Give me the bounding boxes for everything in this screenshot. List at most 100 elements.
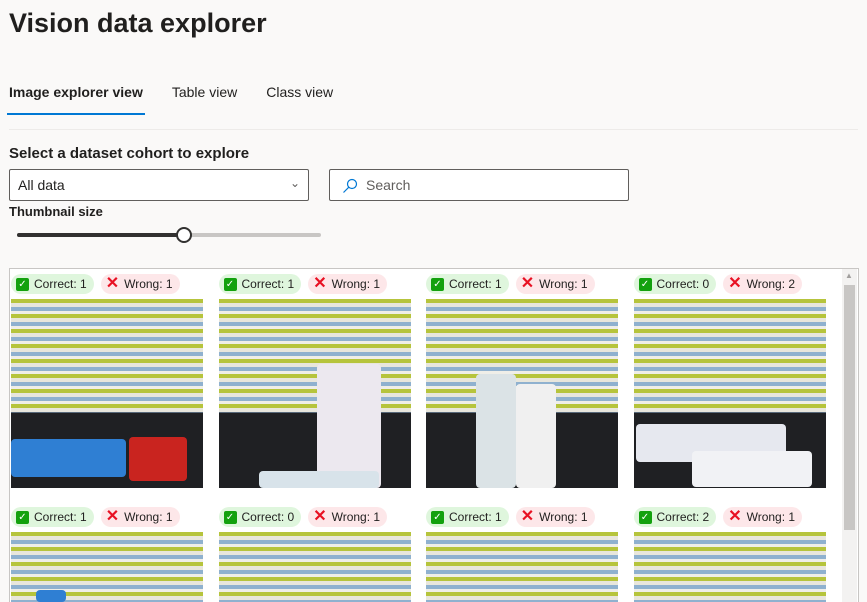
wrong-badge: ✕ Wrong: 1 — [515, 507, 595, 527]
wrong-count: Wrong: 1 — [124, 510, 173, 524]
object-shape — [516, 384, 556, 488]
slider-fill — [17, 233, 185, 237]
slider-thumb[interactable] — [176, 227, 193, 243]
x-icon: ✕ — [105, 275, 120, 292]
wrong-count: Wrong: 1 — [331, 510, 381, 524]
tab-image-explorer[interactable]: Image explorer view — [7, 84, 145, 115]
image-thumbnail[interactable] — [11, 299, 203, 488]
wrong-badge: ✕ Wrong: 1 — [100, 274, 180, 294]
search-icon — [343, 178, 358, 193]
image-card[interactable]: ✓ Correct: 0 ✕ Wrong: 1 — [218, 506, 411, 602]
image-card[interactable]: ✓ Correct: 0 ✕ Wrong: 2 — [633, 273, 826, 488]
badge-row: ✓ Correct: 2 ✕ Wrong: 1 — [633, 506, 826, 528]
correct-badge: ✓ Correct: 0 — [218, 507, 302, 527]
object-shape — [36, 590, 66, 602]
object-shape — [129, 437, 187, 481]
search-placeholder: Search — [366, 177, 411, 193]
wrong-count: Wrong: 1 — [746, 510, 796, 524]
correct-badge: ✓ Correct: 1 — [11, 507, 94, 527]
object-shape — [11, 439, 126, 477]
image-thumbnail[interactable] — [633, 299, 826, 488]
correct-count: Correct: 1 — [34, 510, 87, 524]
chevron-down-icon: ⌄ — [289, 176, 300, 190]
image-thumbnail[interactable] — [11, 532, 203, 602]
wrong-count: Wrong: 1 — [331, 277, 381, 291]
view-tabs: Image explorer view Table view Class vie… — [7, 84, 362, 115]
scrollbar[interactable]: ▲ — [842, 269, 857, 602]
object-shape — [258, 471, 379, 488]
x-icon: ✕ — [728, 508, 742, 525]
image-thumbnail[interactable] — [426, 299, 618, 488]
checkmark-icon: ✓ — [638, 277, 652, 291]
correct-count: Correct: 1 — [449, 510, 502, 524]
cohort-dropdown[interactable]: All data ⌄ — [9, 169, 309, 201]
wrong-count: Wrong: 1 — [539, 510, 588, 524]
x-icon: ✕ — [728, 275, 742, 292]
badge-row: ✓ Correct: 1 ✕ Wrong: 1 — [11, 506, 203, 528]
cohort-label: Select a dataset cohort to explore — [9, 145, 250, 162]
image-thumbnail[interactable] — [633, 532, 826, 602]
correct-count: Correct: 2 — [656, 510, 710, 524]
checkmark-icon: ✓ — [16, 277, 29, 291]
wrong-badge: ✕ Wrong: 1 — [308, 507, 388, 527]
wrong-badge: ✕ Wrong: 1 — [100, 507, 180, 527]
page-title: Vision data explorer — [9, 8, 267, 38]
checkmark-icon: ✓ — [431, 277, 444, 291]
image-thumbnail[interactable] — [426, 532, 618, 602]
image-card[interactable]: ✓ Correct: 2 ✕ Wrong: 1 — [633, 506, 826, 602]
divider — [9, 129, 858, 130]
wrong-count: Wrong: 2 — [746, 277, 796, 291]
scroll-up-icon[interactable]: ▲ — [845, 271, 853, 280]
correct-count: Correct: 0 — [241, 510, 295, 524]
scrollbar-thumb[interactable] — [844, 285, 855, 530]
checkmark-icon: ✓ — [638, 510, 652, 524]
search-input[interactable]: Search — [329, 169, 629, 201]
wrong-badge: ✕ Wrong: 2 — [723, 274, 803, 294]
image-thumbnail[interactable] — [218, 299, 411, 488]
x-icon: ✕ — [313, 275, 327, 292]
object-shape — [691, 451, 812, 487]
correct-badge: ✓ Correct: 1 — [11, 274, 94, 294]
wrong-count: Wrong: 1 — [539, 277, 588, 291]
x-icon: ✕ — [105, 508, 120, 525]
correct-badge: ✓ Correct: 1 — [218, 274, 302, 294]
correct-badge: ✓ Correct: 1 — [426, 507, 509, 527]
thumbnail-size-label: Thumbnail size — [9, 204, 103, 219]
wrong-badge: ✕ Wrong: 1 — [723, 507, 803, 527]
tab-table-view[interactable]: Table view — [172, 84, 237, 115]
checkmark-icon: ✓ — [223, 277, 237, 291]
wrong-badge: ✕ Wrong: 1 — [515, 274, 595, 294]
image-gallery: ▲ ✓ Correct: 1 ✕ Wrong: 1 ✓ Correct: 1 ✕ Wro… — [9, 268, 859, 602]
correct-count: Correct: 1 — [241, 277, 295, 291]
badge-row: ✓ Correct: 0 ✕ Wrong: 1 — [218, 506, 411, 528]
tab-class-view[interactable]: Class view — [266, 84, 333, 115]
image-card[interactable]: ✓ Correct: 1 ✕ Wrong: 1 — [218, 273, 411, 488]
wrong-badge: ✕ Wrong: 1 — [308, 274, 388, 294]
wrong-count: Wrong: 1 — [124, 277, 173, 291]
image-card[interactable]: ✓ Correct: 1 ✕ Wrong: 1 — [11, 273, 203, 488]
image-card[interactable]: ✓ Correct: 1 ✕ Wrong: 1 — [426, 506, 618, 602]
correct-count: Correct: 1 — [449, 277, 502, 291]
badge-row: ✓ Correct: 1 ✕ Wrong: 1 — [218, 273, 411, 295]
correct-badge: ✓ Correct: 2 — [633, 507, 717, 527]
x-icon: ✕ — [313, 508, 327, 525]
cohort-value: All data — [18, 177, 65, 193]
correct-badge: ✓ Correct: 0 — [633, 274, 717, 294]
image-card[interactable]: ✓ Correct: 1 ✕ Wrong: 1 — [11, 506, 203, 602]
object-shape — [476, 374, 516, 488]
correct-badge: ✓ Correct: 1 — [426, 274, 509, 294]
checkmark-icon: ✓ — [431, 510, 444, 524]
checkmark-icon: ✓ — [223, 510, 237, 524]
badge-row: ✓ Correct: 0 ✕ Wrong: 2 — [633, 273, 826, 295]
image-card[interactable]: ✓ Correct: 1 ✕ Wrong: 1 — [426, 273, 618, 488]
badge-row: ✓ Correct: 1 ✕ Wrong: 1 — [426, 506, 618, 528]
badge-row: ✓ Correct: 1 ✕ Wrong: 1 — [11, 273, 203, 295]
x-icon: ✕ — [520, 275, 535, 292]
object-shape — [316, 364, 381, 488]
image-thumbnail[interactable] — [218, 532, 411, 602]
correct-count: Correct: 0 — [656, 277, 710, 291]
x-icon: ✕ — [520, 508, 535, 525]
thumbnail-size-slider[interactable] — [17, 226, 321, 244]
badge-row: ✓ Correct: 1 ✕ Wrong: 1 — [426, 273, 618, 295]
correct-count: Correct: 1 — [34, 277, 87, 291]
